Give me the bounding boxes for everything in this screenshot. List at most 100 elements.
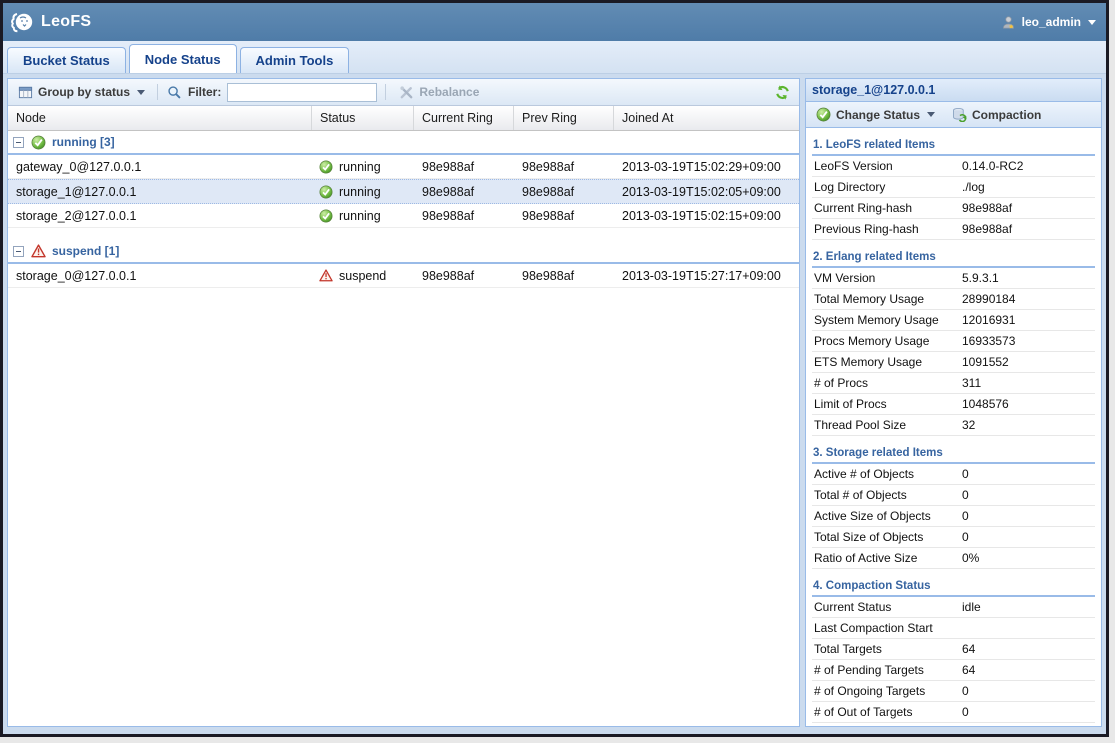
tab-strip: Bucket Status Node Status Admin Tools (3, 41, 1106, 74)
content-area: Group by status Filter: (3, 74, 1106, 734)
collapse-icon[interactable] (13, 137, 24, 148)
property-row: Procs Memory Usage 16933573 (812, 331, 1095, 352)
collapse-icon[interactable] (13, 246, 24, 257)
node-cell: storage_0@127.0.0.1 (8, 269, 312, 283)
user-menu[interactable]: leo_admin (1001, 14, 1096, 30)
group-by-status-button[interactable]: Group by status (13, 82, 149, 102)
prev-ring-cell: 98e988af (514, 185, 614, 199)
property-row: System Memory Usage 12016931 (812, 310, 1095, 331)
joined-at-cell: 2013-03-19T15:02:29+09:00 (614, 160, 799, 174)
property-value: 311 (962, 376, 1095, 390)
change-status-label: Change Status (836, 108, 920, 122)
property-label: Current Status (812, 600, 962, 614)
property-label: Limit of Procs (812, 397, 962, 411)
rebalance-label: Rebalance (419, 85, 479, 99)
chevron-down-icon (1088, 20, 1096, 25)
property-label: # of Procs (812, 376, 962, 390)
leofs-lion-logo-icon (9, 8, 37, 36)
property-row: # of Ongoing Targets 0 (812, 681, 1095, 702)
section-heading-compaction: 4. Compaction Status (812, 576, 1095, 597)
grid-column-headers: Node Status Current Ring Prev Ring Joine… (8, 106, 799, 131)
property-value: 16933573 (962, 334, 1095, 348)
compaction-button[interactable]: Compaction (947, 105, 1045, 125)
property-label: VM Version (812, 271, 962, 285)
table-row-selected[interactable]: storage_1@127.0.0.1 running 98e988af 98e… (8, 179, 799, 204)
property-row: Last Compaction Start (812, 618, 1095, 639)
group-label: suspend [1] (52, 244, 119, 258)
status-check-icon (815, 107, 831, 123)
property-label: Total Targets (812, 642, 962, 656)
status-text: running (339, 160, 381, 174)
grid-body: running [3] gateway_0@127.0.0.1 running … (8, 131, 799, 726)
table-row[interactable]: storage_0@127.0.0.1 suspend 98e988af 98e… (8, 264, 799, 288)
property-label: Active Size of Objects (812, 509, 962, 523)
column-header-status[interactable]: Status (312, 106, 414, 130)
group-header-suspend[interactable]: suspend [1] (8, 240, 799, 264)
toolbar-separator (385, 84, 386, 100)
group-label: running [3] (52, 135, 115, 149)
property-label: Total Size of Objects (812, 530, 962, 544)
user-icon (1001, 14, 1017, 30)
chevron-down-icon (927, 112, 935, 117)
toolbar-separator (157, 84, 158, 100)
table-row[interactable]: storage_2@127.0.0.1 running 98e988af 98e… (8, 204, 799, 228)
current-ring-cell: 98e988af (414, 160, 514, 174)
brand: LeoFS (9, 8, 91, 36)
property-row: Thread Pool Size 32 (812, 415, 1095, 436)
property-value: 0.14.0-RC2 (962, 159, 1095, 173)
property-label: System Memory Usage (812, 313, 962, 327)
top-bar: LeoFS leo_admin (3, 3, 1106, 41)
column-header-prev-ring[interactable]: Prev Ring (514, 106, 614, 130)
tab-node-status[interactable]: Node Status (129, 44, 237, 73)
node-detail-panel: storage_1@127.0.0.1 Change Status (805, 78, 1102, 727)
tab-admin-tools[interactable]: Admin Tools (240, 47, 350, 73)
column-header-joined-at[interactable]: Joined At (614, 106, 799, 130)
property-value: 28990184 (962, 292, 1095, 306)
property-value: 1048576 (962, 397, 1095, 411)
property-row: Total Targets 64 (812, 639, 1095, 660)
property-row: Current Status idle (812, 597, 1095, 618)
property-value: 0 (962, 488, 1095, 502)
property-row: Log Directory ./log (812, 177, 1095, 198)
property-label: Procs Memory Usage (812, 334, 962, 348)
property-label: ETS Memory Usage (812, 355, 962, 369)
group-header-running[interactable]: running [3] (8, 131, 799, 155)
node-cell: storage_1@127.0.0.1 (8, 185, 312, 199)
table-row[interactable]: gateway_0@127.0.0.1 running 98e988af 98e… (8, 155, 799, 179)
prev-ring-cell: 98e988af (514, 269, 614, 283)
filter-input[interactable] (227, 83, 377, 102)
status-suspend-icon (318, 268, 334, 284)
current-ring-cell: 98e988af (414, 185, 514, 199)
change-status-button[interactable]: Change Status (811, 105, 939, 125)
property-row: # of Pending Targets 64 (812, 660, 1095, 681)
property-label: Thread Pool Size (812, 418, 962, 432)
property-label: # of Pending Targets (812, 663, 962, 677)
chevron-down-icon (137, 90, 145, 95)
rebalance-button[interactable]: Rebalance (394, 82, 483, 102)
property-label: # of Ongoing Targets (812, 684, 962, 698)
property-row: Previous Ring-hash 98e988af (812, 219, 1095, 240)
property-row: Total Size of Objects 0 (812, 527, 1095, 548)
tab-bucket-status[interactable]: Bucket Status (7, 47, 126, 73)
property-value: 0% (962, 551, 1095, 565)
property-label: Active # of Objects (812, 467, 962, 481)
status-text: suspend (339, 269, 386, 283)
joined-at-cell: 2013-03-19T15:02:05+09:00 (614, 185, 799, 199)
current-ring-cell: 98e988af (414, 209, 514, 223)
property-label: Last Compaction Start (812, 621, 962, 635)
search-icon (166, 84, 182, 100)
status-text: running (339, 185, 381, 199)
property-label: LeoFS Version (812, 159, 962, 173)
node-cell: gateway_0@127.0.0.1 (8, 160, 312, 174)
column-header-current-ring[interactable]: Current Ring (414, 106, 514, 130)
status-cell: running (312, 184, 414, 200)
refresh-button[interactable] (770, 82, 794, 102)
node-grid-toolbar: Group by status Filter: (8, 79, 799, 106)
detail-content: 1. LeoFS related Items LeoFS Version 0.1… (806, 128, 1101, 726)
property-label: Total # of Objects (812, 488, 962, 502)
property-value: 98e988af (962, 222, 1095, 236)
group-by-status-label: Group by status (38, 85, 130, 99)
column-header-node[interactable]: Node (8, 106, 312, 130)
tools-icon (398, 84, 414, 100)
property-value: 64 (962, 663, 1095, 677)
